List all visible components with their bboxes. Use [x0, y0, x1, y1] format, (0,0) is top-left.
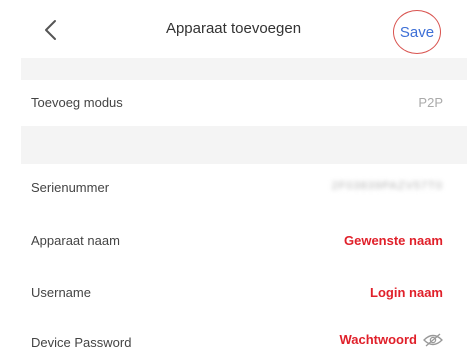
device-name-row[interactable]: Apparaat naam Gewenste naam: [0, 216, 467, 264]
username-row[interactable]: Username Login naam: [0, 268, 467, 316]
device-password-value-wrap: Wachtwoord: [339, 332, 443, 347]
add-mode-value: P2P: [418, 95, 443, 110]
section-divider: [21, 126, 467, 164]
device-password-label: Device Password: [31, 335, 132, 350]
section-divider: [21, 58, 467, 80]
username-field[interactable]: Login naam: [370, 285, 443, 300]
device-password-row[interactable]: Device Password Wachtwoord: [0, 318, 467, 350]
add-mode-row[interactable]: Toevoeg modus P2P: [0, 80, 467, 126]
serial-number-row: Serienummer 2F03839PAZV57T0: [0, 164, 467, 210]
username-label: Username: [31, 285, 91, 300]
device-name-label: Apparaat naam: [31, 233, 120, 248]
add-mode-label: Toevoeg modus: [31, 95, 123, 110]
header-bar: Apparaat toevoegen Save: [0, 0, 467, 58]
device-name-field[interactable]: Gewenste naam: [344, 233, 443, 248]
serial-number-value: 2F03839PAZV57T0: [331, 180, 443, 192]
save-label: Save: [399, 23, 435, 41]
eye-slash-icon[interactable]: [423, 333, 443, 347]
device-password-field[interactable]: Wachtwoord: [339, 332, 417, 347]
save-button[interactable]: Save: [393, 10, 441, 54]
serial-number-label: Serienummer: [31, 180, 110, 195]
